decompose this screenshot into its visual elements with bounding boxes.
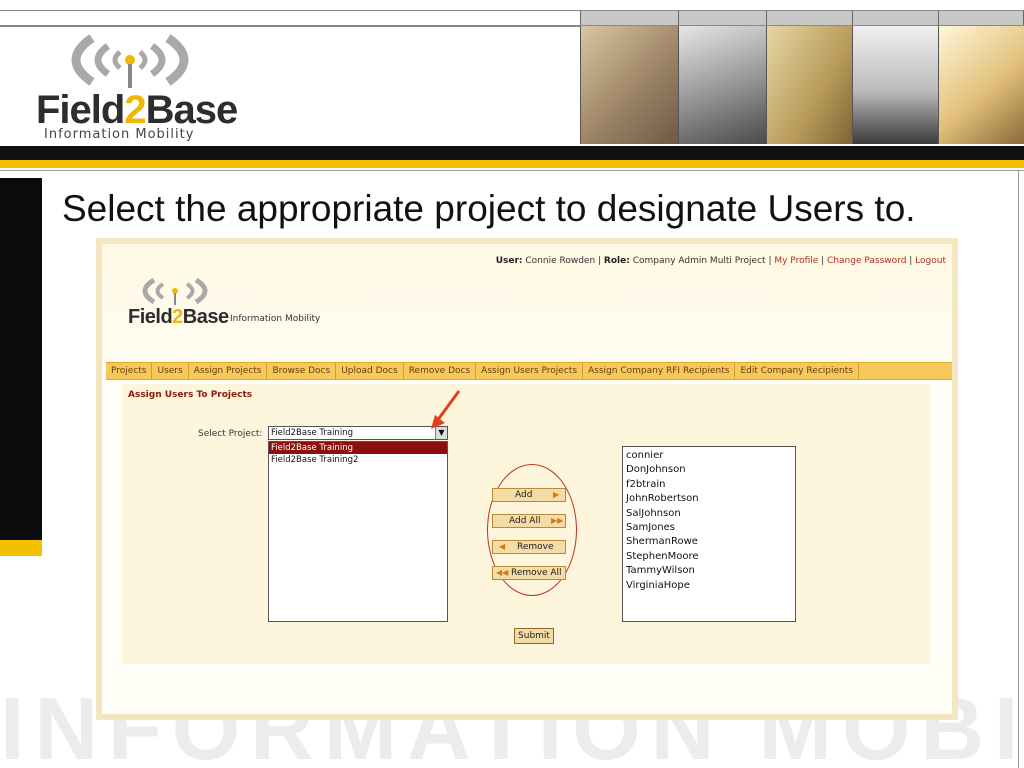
header-black-bar: [0, 146, 1024, 160]
side-black-bar: [0, 178, 42, 540]
list-item[interactable]: f2btrain: [626, 478, 792, 492]
project-select-value: Field2Base Training: [271, 428, 353, 438]
nav-assign-company-rfi-recipients[interactable]: Assign Company RFI Recipients: [583, 363, 736, 379]
side-yellow-bar: [0, 540, 42, 556]
logout-link[interactable]: Logout: [915, 256, 946, 266]
slide: Field2Base Information Mobility Select t…: [0, 0, 1024, 768]
change-password-link[interactable]: Change Password: [827, 256, 906, 266]
select-project-label: Select Project:: [198, 429, 263, 439]
app-header: User: Connie Rowden | Role: Company Admi…: [102, 244, 952, 362]
app-logo: Field2Base Information Mobility: [120, 276, 350, 336]
list-item[interactable]: VirginiaHope: [626, 579, 792, 593]
list-item[interactable]: JohnRobertson: [626, 492, 792, 506]
signal-arcs-icon: [142, 277, 208, 305]
header-photos: [580, 26, 1024, 144]
section-title: Assign Users To Projects: [128, 390, 253, 400]
nav-assign-users-projects[interactable]: Assign Users Projects: [476, 363, 584, 379]
assigned-users-list[interactable]: [268, 466, 448, 622]
photo-businessman: [678, 26, 766, 144]
arrow-left-icon: ◀: [499, 542, 506, 551]
role-label: Role:: [603, 256, 630, 266]
list-item[interactable]: SalJohnson: [626, 507, 792, 521]
nav-remove-docs[interactable]: Remove Docs: [404, 363, 477, 379]
list-item[interactable]: ShermanRowe: [626, 535, 792, 549]
double-arrow-right-icon: ▶▶: [551, 516, 564, 525]
list-item[interactable]: connier: [626, 449, 792, 463]
nav-bar: Projects Users Assign Projects Browse Do…: [106, 362, 952, 380]
arrow-right-icon: ▶: [553, 490, 560, 499]
nav-upload-docs[interactable]: Upload Docs: [336, 363, 404, 379]
photo-woman-map: [938, 26, 1024, 144]
double-arrow-left-icon: ◀◀: [496, 568, 509, 577]
app-logo-wordmark: Field2Base: [128, 306, 229, 328]
nav-projects[interactable]: Projects: [106, 363, 153, 379]
role-name: Company Admin Multi Project: [632, 256, 766, 266]
photo-meeting: [852, 26, 938, 144]
photo-doctors: [580, 26, 678, 144]
add-all-button[interactable]: Add All ▶▶: [492, 514, 566, 528]
photo-blueprint: [766, 26, 852, 144]
list-item[interactable]: SamJones: [626, 521, 792, 535]
nav-assign-projects[interactable]: Assign Projects: [189, 363, 268, 379]
add-button[interactable]: Add ▶: [492, 488, 566, 502]
header-cells: [580, 11, 1024, 25]
submit-button[interactable]: Submit: [514, 628, 554, 644]
project-dropdown: Field2Base Training Field2Base Training2: [268, 441, 448, 467]
nav-edit-company-recipients[interactable]: Edit Company Recipients: [735, 363, 859, 379]
assign-users-panel: Assign Users To Projects Select Project:…: [122, 384, 930, 664]
list-item[interactable]: TammyWilson: [626, 564, 792, 578]
list-item[interactable]: DonJohnson: [626, 463, 792, 477]
top-strip: [0, 10, 1024, 26]
app-logo-tagline: Information Mobility: [230, 314, 321, 324]
project-select[interactable]: Field2Base Training ▼: [268, 426, 448, 440]
signal-arcs-icon: [71, 34, 189, 88]
dropdown-option[interactable]: Field2Base Training2: [269, 454, 447, 466]
my-profile-link[interactable]: My Profile: [774, 256, 818, 266]
nav-users[interactable]: Users: [152, 363, 189, 379]
remove-all-button[interactable]: ◀◀ Remove All: [492, 566, 566, 580]
header-logo: Field2Base Information Mobility: [30, 30, 250, 145]
annotation-arrow-icon: [431, 390, 461, 429]
available-users-list[interactable]: connier DonJohnson f2btrain JohnRobertso…: [622, 446, 796, 622]
nav-browse-docs[interactable]: Browse Docs: [267, 363, 337, 379]
dropdown-option[interactable]: Field2Base Training: [269, 442, 447, 454]
app-screenshot: User: Connie Rowden | Role: Company Admi…: [96, 238, 958, 720]
list-item[interactable]: StephenMoore: [626, 550, 792, 564]
header-yellow-bar: [0, 160, 1024, 168]
logo-tagline: Information Mobility: [44, 127, 195, 142]
slide-title: Select the appropriate project to design…: [62, 188, 916, 229]
user-label: User:: [495, 256, 523, 266]
remove-button[interactable]: ◀ Remove: [492, 540, 566, 554]
divider: [0, 170, 1024, 171]
user-bar: User: Connie Rowden | Role: Company Admi…: [495, 256, 946, 266]
user-name: Connie Rowden: [525, 256, 596, 266]
